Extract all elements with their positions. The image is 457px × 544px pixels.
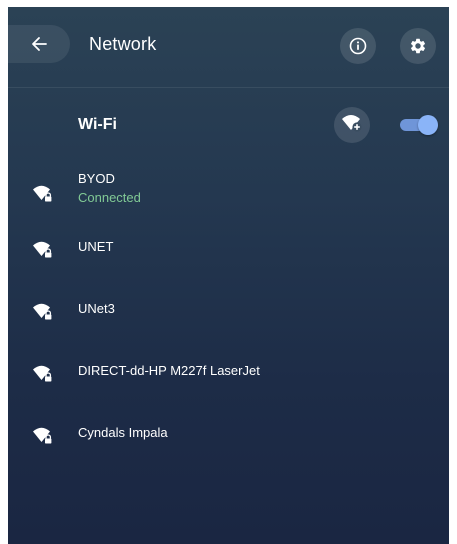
wifi-label: Wi-Fi (78, 116, 117, 133)
network-item-unet3[interactable]: UNet3 (8, 286, 449, 332)
arrow-left-icon (30, 35, 48, 53)
wifi-locked-icon (32, 302, 54, 322)
settings-button[interactable] (400, 28, 436, 64)
page-title: Network (89, 34, 157, 54)
network-item-unet[interactable]: UNET (8, 224, 449, 270)
network-item-byod[interactable]: BYOD Connected (8, 162, 449, 208)
network-name: UNET (78, 239, 114, 254)
wifi-toggle[interactable] (398, 115, 438, 135)
wifi-locked-icon (32, 426, 54, 446)
network-panel: Network Wi-Fi BYOD Connected UNET UNet3 … (8, 7, 449, 544)
header: Network (8, 7, 449, 87)
network-name: Cyndals Impala (78, 425, 168, 440)
back-button[interactable] (8, 25, 70, 63)
network-item-cyndals-impala[interactable]: Cyndals Impala (8, 410, 449, 456)
info-button[interactable] (340, 28, 376, 64)
toggle-knob (418, 115, 438, 135)
gear-icon (409, 37, 427, 55)
network-item-direct-hp[interactable]: DIRECT-dd-HP M227f LaserJet (8, 348, 449, 394)
info-icon (349, 37, 367, 55)
network-status: Connected (78, 190, 141, 205)
add-network-button[interactable] (334, 107, 370, 143)
wifi-locked-icon (32, 184, 54, 204)
wifi-locked-icon (32, 240, 54, 260)
wifi-locked-icon (32, 364, 54, 384)
wifi-row: Wi-Fi (8, 107, 449, 143)
network-name: UNet3 (78, 301, 115, 316)
network-name: DIRECT-dd-HP M227f LaserJet (78, 363, 260, 378)
wifi-add-icon (341, 113, 363, 138)
header-divider (8, 87, 449, 88)
network-name: BYOD (78, 171, 115, 186)
